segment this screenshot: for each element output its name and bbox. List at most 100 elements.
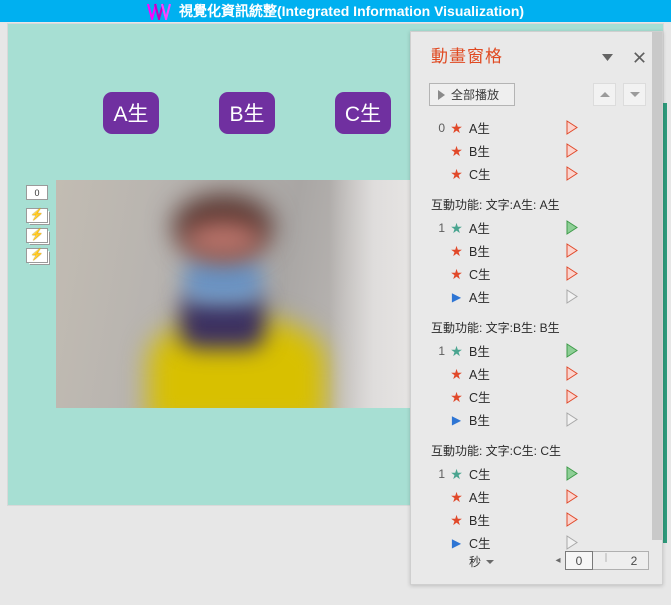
animation-list-item[interactable]: 1 ★ C生 — [411, 462, 654, 485]
animation-list-item[interactable]: 1 ★ A生 — [411, 216, 654, 239]
animation-timing-bar[interactable] — [566, 243, 578, 258]
play-triangle-icon — [438, 89, 445, 100]
animation-item-label: B生 — [469, 245, 490, 259]
animation-pane-header: 動畫窗格 — [411, 32, 662, 78]
animation-item-label: B生 — [469, 514, 490, 528]
animation-timing-bar[interactable] — [566, 466, 578, 481]
animation-timing-bar[interactable] — [566, 266, 578, 281]
slide-shape-b-label: B生 — [229, 103, 265, 126]
animation-timing-bar[interactable] — [566, 512, 578, 527]
animation-timing-bar[interactable] — [566, 489, 578, 504]
star-green-icon: ★ — [450, 465, 463, 482]
star-red-icon: ★ — [450, 365, 463, 382]
lightning-trigger-icon: ⚡ — [30, 229, 44, 241]
animation-trigger-tag-3[interactable]: ⚡ — [26, 248, 48, 263]
animation-list[interactable]: 0 ★ A生 ★ B生 ★ C生 互動功能: 文字:A生: A生 1 ★ A生 ★ B生 ★ C生 ▶ A生 互動… — [411, 116, 654, 568]
move-earlier-button[interactable] — [593, 83, 616, 106]
animation-item-label: A生 — [469, 122, 490, 136]
timeline-box[interactable]: 0 ∣ 2 — [565, 551, 649, 570]
animation-trigger-tag-1[interactable]: ⚡ — [26, 208, 48, 223]
slide-shape-b[interactable]: B生 — [219, 92, 275, 134]
timeline-start-value[interactable]: 0 — [565, 551, 593, 570]
animation-pane: 動畫窗格 全部播放 0 ★ A生 ★ B生 ★ C生 互動功能: 文字:A生: A生 1 ★ A生 ★… — [410, 31, 663, 585]
animation-timing-bar[interactable] — [566, 166, 578, 181]
slide-shape-c[interactable]: C生 — [335, 92, 391, 134]
timeline-end-value[interactable]: 2 — [620, 552, 648, 569]
animation-pane-title: 動畫窗格 — [431, 47, 503, 66]
animation-group-header: 互動功能: 文字:B生: B生 — [431, 320, 560, 335]
left-arrow-icon[interactable]: ◂ — [551, 552, 565, 570]
animation-list-item[interactable]: ★ A生 — [411, 362, 654, 385]
star-red-icon: ★ — [450, 488, 463, 505]
animation-item-label: A生 — [469, 222, 490, 236]
animation-order-tag[interactable]: 0 — [26, 185, 48, 200]
star-red-icon: ★ — [450, 265, 463, 282]
double-w-logo-icon — [146, 3, 171, 20]
animation-group-header: 互動功能: 文字:A生: A生 — [431, 197, 560, 212]
animation-trigger-tag-2[interactable]: ⚡ — [26, 228, 48, 243]
caret-down-icon — [629, 92, 640, 97]
window-title: 視覺化資訊統整(Integrated Information Visualiza… — [178, 3, 525, 19]
timeline-ruler[interactable]: ◂ 0 ∣ 2 ▸ — [551, 551, 662, 570]
animation-group-header: 互動功能: 文字:C生: C生 — [431, 443, 562, 458]
animation-pane-footer: 秒 ◂ 0 ∣ 2 ▸ — [411, 544, 662, 584]
triangle-blue-icon: ▶ — [451, 412, 462, 427]
animation-pane-scrollbar[interactable] — [652, 32, 662, 584]
animation-order-number: 1 — [438, 466, 445, 481]
animation-item-label: C生 — [469, 468, 491, 482]
animation-order-tag-label: 0 — [34, 187, 40, 198]
star-red-icon: ★ — [450, 119, 463, 136]
animation-timing-bar[interactable] — [566, 289, 578, 304]
animation-list-item[interactable]: ★ A生 — [411, 485, 654, 508]
chevron-down-icon[interactable] — [596, 46, 618, 68]
animation-item-label: C生 — [469, 391, 491, 405]
star-red-icon: ★ — [450, 142, 463, 159]
timeline-mid-tick: ∣ — [603, 552, 609, 562]
slide-shape-a[interactable]: A生 — [103, 92, 159, 134]
animation-list-item[interactable]: 1 ★ B生 — [411, 339, 654, 362]
animation-timing-bar[interactable] — [566, 343, 578, 358]
animation-list-item[interactable]: ★ C生 — [411, 385, 654, 408]
slide-picture[interactable] — [56, 180, 411, 408]
animation-list-item[interactable]: ★ B生 — [411, 508, 654, 531]
seconds-label: 秒 — [469, 555, 482, 569]
close-icon[interactable] — [628, 46, 650, 68]
picture-face — [183, 221, 262, 258]
star-red-icon: ★ — [450, 242, 463, 259]
animation-order-number: 1 — [438, 220, 445, 235]
animation-timing-bar[interactable] — [566, 143, 578, 158]
star-red-icon: ★ — [450, 165, 463, 182]
animation-item-label: A生 — [469, 368, 490, 382]
scrollbar-thumb[interactable] — [652, 32, 662, 540]
chevron-down-icon — [486, 559, 495, 564]
animation-timing-bar[interactable] — [566, 220, 578, 235]
animation-list-item[interactable]: 0 ★ A生 — [411, 116, 654, 139]
play-all-button[interactable]: 全部播放 — [429, 83, 515, 106]
animation-item-label: C生 — [469, 168, 491, 182]
animation-list-item[interactable]: ▶ A生 — [411, 285, 654, 308]
star-red-icon: ★ — [450, 388, 463, 405]
animation-list-item[interactable]: ★ C生 — [411, 162, 654, 185]
slide-shape-c-label: C生 — [344, 103, 382, 126]
animation-list-item[interactable]: ★ B生 — [411, 239, 654, 262]
animation-item-label: A生 — [469, 491, 490, 505]
title-bar: 視覺化資訊統整(Integrated Information Visualiza… — [0, 0, 671, 22]
caret-up-icon — [599, 92, 610, 97]
animation-list-item[interactable]: ★ B生 — [411, 139, 654, 162]
animation-list-item[interactable]: ▶ B生 — [411, 408, 654, 431]
animation-list-item[interactable]: ★ C生 — [411, 262, 654, 285]
animation-order-number: 1 — [438, 343, 445, 358]
animation-timing-bar[interactable] — [566, 120, 578, 135]
seconds-dropdown[interactable]: 秒 — [469, 553, 495, 570]
animation-item-label: B生 — [469, 145, 490, 159]
animation-order-number: 0 — [438, 120, 445, 135]
animation-timing-bar[interactable] — [566, 389, 578, 404]
animation-timing-bar[interactable] — [566, 412, 578, 427]
triangle-blue-icon: ▶ — [451, 289, 462, 304]
animation-timing-bar[interactable] — [566, 366, 578, 381]
slide-shape-a-label: A生 — [113, 103, 149, 126]
move-later-button[interactable] — [623, 83, 646, 106]
animation-item-label: A生 — [469, 291, 490, 305]
